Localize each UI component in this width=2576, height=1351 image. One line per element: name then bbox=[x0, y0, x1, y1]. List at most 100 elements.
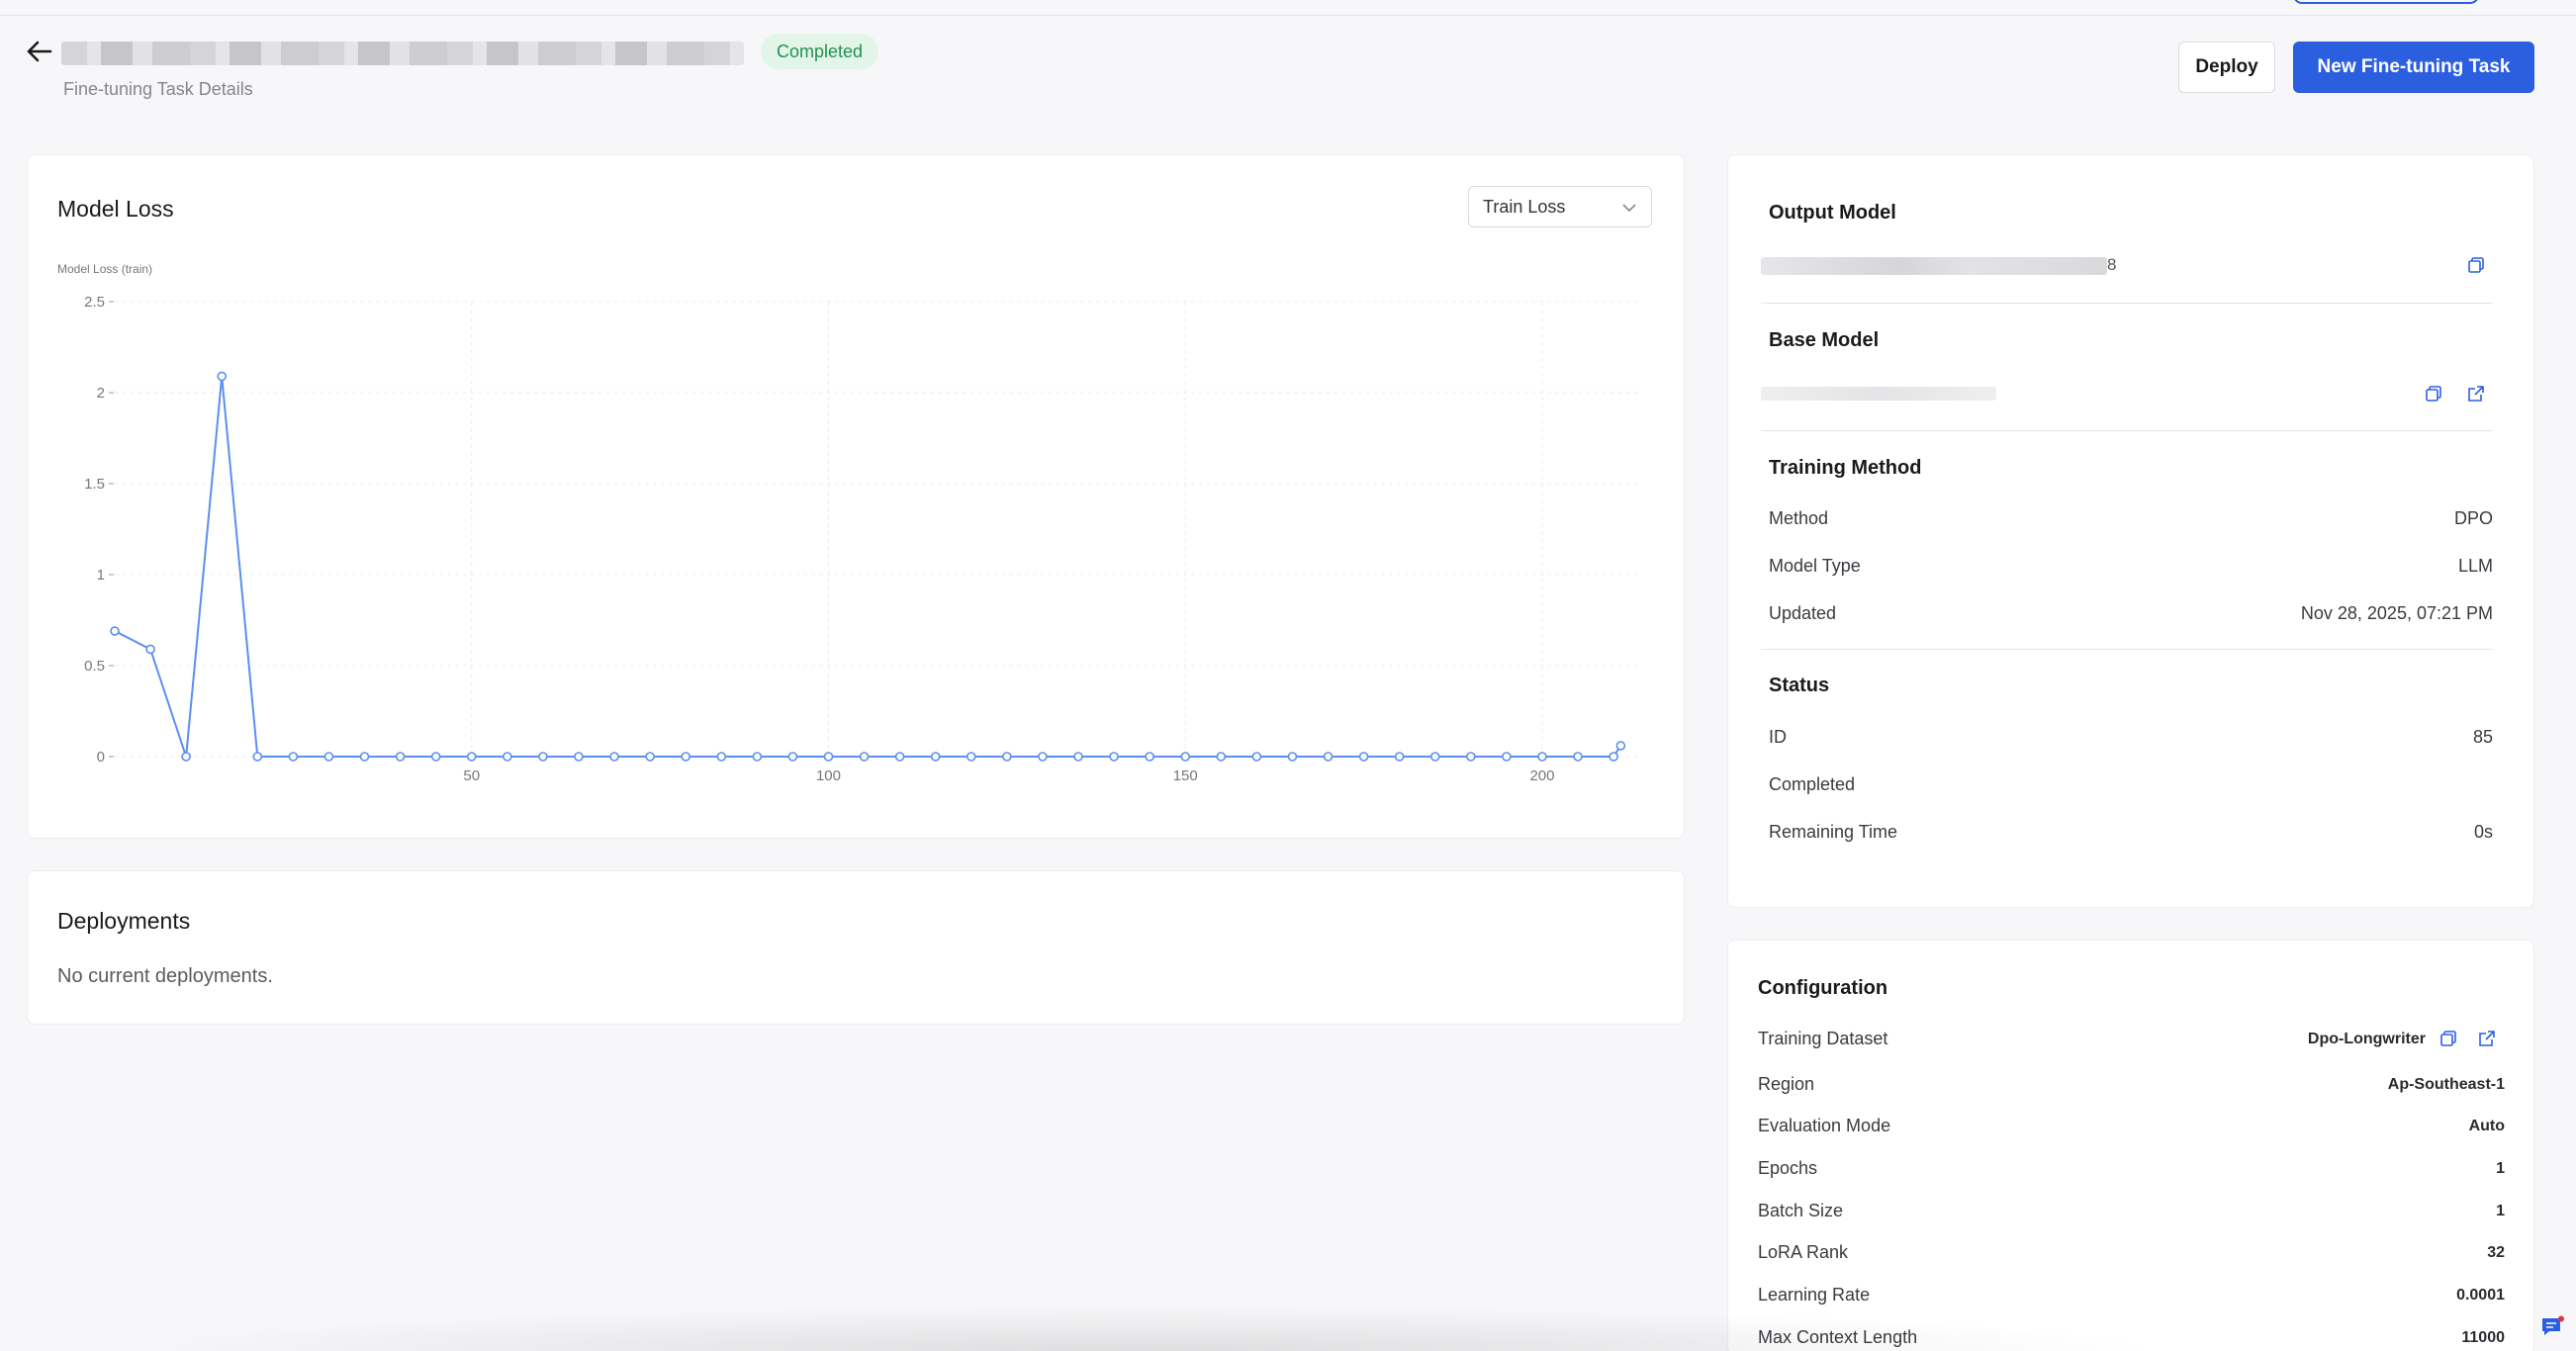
loss-data-point bbox=[1038, 752, 1048, 762]
loss-data-point bbox=[1323, 752, 1334, 762]
model-type-value: LLM bbox=[2457, 556, 2493, 576]
loss-data-point bbox=[752, 752, 763, 762]
loss-data-point bbox=[1537, 752, 1547, 762]
loss-data-point bbox=[1573, 752, 1583, 762]
method-label: Method bbox=[1769, 508, 1829, 528]
status-title: Status bbox=[1769, 675, 1830, 696]
loss-data-point bbox=[1358, 752, 1369, 762]
loss-data-point bbox=[894, 752, 905, 762]
loss-data-point bbox=[145, 644, 155, 655]
loss-data-point bbox=[1502, 752, 1512, 762]
config-label-lora-rank: LoRA Rank bbox=[1758, 1242, 1849, 1262]
loss-data-point bbox=[930, 752, 941, 762]
deploy-button[interactable]: Deploy bbox=[2178, 42, 2275, 93]
loss-series-line bbox=[114, 376, 1622, 758]
external-link-icon[interactable] bbox=[2475, 1027, 2499, 1050]
config-value-max-context-length: 11000 bbox=[2461, 1329, 2505, 1346]
loss-data-point bbox=[217, 371, 228, 382]
new-fine-tuning-task-button[interactable]: New Fine-tuning Task bbox=[2293, 42, 2534, 93]
x-tick-label: 50 bbox=[463, 767, 480, 784]
config-label-evaluation-mode: Evaluation Mode bbox=[1758, 1116, 1891, 1135]
x-tick-label: 100 bbox=[816, 767, 841, 784]
loss-data-point bbox=[823, 752, 834, 762]
loss-data-point bbox=[1466, 752, 1476, 762]
loss-data-point bbox=[538, 752, 548, 762]
config-label-batch-size: Batch Size bbox=[1758, 1201, 1844, 1220]
top-button-partial[interactable] bbox=[2293, 0, 2479, 4]
config-label-region: Region bbox=[1758, 1074, 1815, 1094]
copy-icon[interactable] bbox=[2464, 253, 2488, 277]
section-divider bbox=[1761, 649, 2493, 650]
loss-data-point bbox=[323, 752, 334, 762]
page-subtitle: Fine-tuning Task Details bbox=[63, 79, 253, 99]
config-value-lora-rank: 32 bbox=[2487, 1244, 2505, 1261]
loss-data-point bbox=[716, 752, 727, 762]
loss-data-point bbox=[787, 752, 798, 762]
loss-data-point bbox=[395, 752, 406, 762]
copy-icon[interactable] bbox=[2437, 1027, 2460, 1050]
config-label-learning-rate: Learning Rate bbox=[1758, 1285, 1871, 1305]
deployments-card bbox=[27, 870, 1685, 1025]
method-value: DPO bbox=[2453, 508, 2493, 528]
updated-value: Nov 28, 2025, 07:21 PM bbox=[2300, 603, 2493, 623]
loss-chart: Model Loss (train) 0 0.5 1 1.5 2 2.5 50 100 150 20… bbox=[57, 262, 1642, 784]
output-model-title: Output Model bbox=[1769, 202, 1896, 224]
copy-icon[interactable] bbox=[2422, 382, 2445, 405]
config-label-epochs: Epochs bbox=[1758, 1158, 1818, 1178]
loss-data-point bbox=[574, 752, 584, 762]
y-tick-label: 1.5 bbox=[84, 476, 105, 493]
loss-data-point bbox=[645, 752, 655, 762]
chat-icon[interactable] bbox=[2534, 1309, 2570, 1345]
y-tick-label: 2 bbox=[97, 385, 105, 402]
loss-data-point bbox=[609, 752, 619, 762]
output-model-name-redacted bbox=[1761, 257, 2107, 275]
config-value-evaluation-mode: Auto bbox=[2468, 1118, 2505, 1134]
output-model-suffix: 8 bbox=[2107, 255, 2117, 274]
id-value: 85 bbox=[2472, 727, 2493, 747]
loss-data-point bbox=[503, 752, 512, 762]
config-label-training-dataset: Training Dataset bbox=[1758, 1029, 1888, 1048]
loss-data-point bbox=[466, 752, 477, 762]
loss-data-point bbox=[1429, 752, 1440, 762]
loss-data-point bbox=[1287, 752, 1298, 762]
id-label: ID bbox=[1769, 727, 1787, 747]
loss-data-point bbox=[359, 752, 370, 762]
loss-data-point bbox=[110, 626, 120, 636]
loss-data-point bbox=[681, 752, 690, 762]
chevron-down-icon bbox=[1621, 197, 1637, 218]
loss-type-select[interactable]: Train Loss bbox=[1468, 186, 1652, 227]
model-type-label: Model Type bbox=[1769, 556, 1861, 576]
loss-data-point bbox=[1002, 752, 1012, 762]
section-divider bbox=[1761, 430, 2493, 431]
back-arrow-icon[interactable] bbox=[26, 38, 53, 65]
loss-data-point bbox=[288, 752, 299, 762]
configuration-title: Configuration bbox=[1758, 977, 1888, 999]
y-axis-label: Model Loss (train) bbox=[57, 262, 152, 276]
loss-data-point bbox=[1394, 752, 1405, 762]
loss-data-point bbox=[181, 752, 191, 762]
top-divider bbox=[0, 15, 2576, 16]
loss-data-point bbox=[1180, 752, 1191, 762]
y-tick-label: 1 bbox=[97, 567, 105, 584]
training-method-title: Training Method bbox=[1769, 457, 1922, 479]
loss-data-point bbox=[430, 752, 441, 762]
external-link-icon[interactable] bbox=[2464, 382, 2488, 405]
task-name-redacted bbox=[61, 40, 744, 67]
y-tick-label: 0.5 bbox=[84, 658, 105, 675]
config-value-batch-size: 1 bbox=[2496, 1203, 2505, 1219]
loss-data-point bbox=[859, 752, 870, 762]
config-value-learning-rate: 0.0001 bbox=[2456, 1287, 2505, 1304]
loss-data-point bbox=[1145, 752, 1154, 762]
config-value-training-dataset[interactable]: Dpo-Longwriter bbox=[2308, 1031, 2426, 1048]
config-label-max-context-length: Max Context Length bbox=[1758, 1327, 1918, 1347]
base-model-title: Base Model bbox=[1769, 329, 1880, 351]
model-loss-title: Model Loss bbox=[57, 196, 174, 222]
loss-data-point bbox=[1251, 752, 1262, 762]
loss-data-point bbox=[1216, 752, 1227, 762]
x-tick-label: 150 bbox=[1173, 767, 1198, 784]
config-value-epochs: 1 bbox=[2496, 1160, 2505, 1177]
config-value-region: Ap-Southeast-1 bbox=[2387, 1076, 2505, 1093]
deployments-empty-text: No current deployments. bbox=[57, 965, 273, 987]
updated-label: Updated bbox=[1769, 603, 1837, 623]
loss-data-point bbox=[1609, 752, 1618, 762]
